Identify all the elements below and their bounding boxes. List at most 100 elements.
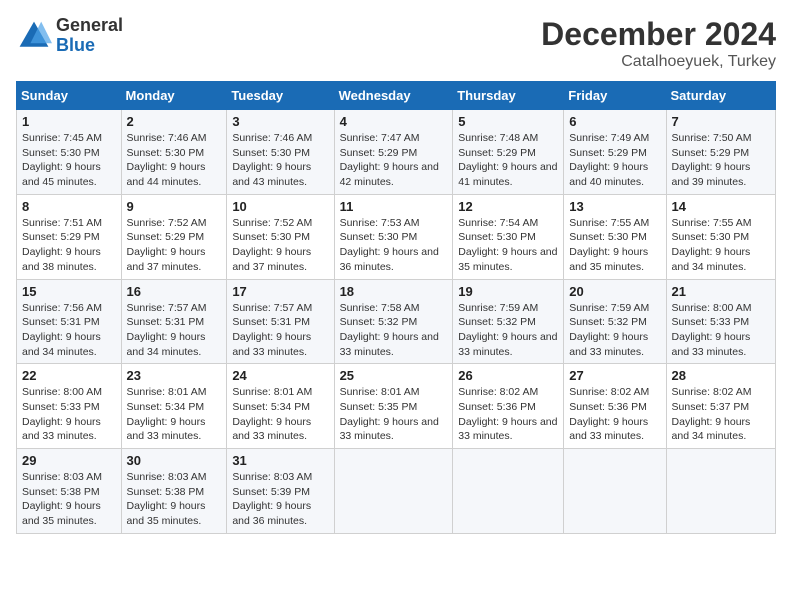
day-header-tuesday: Tuesday: [227, 82, 334, 110]
calendar-day-8: 8 Sunrise: 7:51 AMSunset: 5:29 PMDaylight…: [17, 194, 122, 279]
calendar-day-9: 9Sunrise: 7:52 AMSunset: 5:29 PMDaylight…: [121, 194, 227, 279]
title-area: December 2024 Catalhoeyuek, Turkey: [541, 16, 776, 71]
day-details: Sunrise: 7:47 AMSunset: 5:29 PMDaylight:…: [340, 132, 439, 188]
day-number: 15: [22, 284, 116, 299]
day-details: Sunrise: 7:51 AMSunset: 5:29 PMDaylight:…: [22, 217, 102, 273]
calendar-day-4: 4 Sunrise: 7:47 AMSunset: 5:29 PMDaylight…: [334, 110, 453, 195]
day-number: 2: [127, 114, 222, 129]
day-details: Sunrise: 7:49 AMSunset: 5:29 PMDaylight:…: [569, 132, 649, 188]
empty-day: [564, 449, 666, 534]
logo-icon: [16, 18, 52, 54]
day-number: 25: [340, 368, 448, 383]
calendar-day-17: 17 Sunrise: 7:57 AMSunset: 5:31 PMDayligh…: [227, 279, 334, 364]
day-header-wednesday: Wednesday: [334, 82, 453, 110]
day-number: 11: [340, 199, 448, 214]
calendar-day-1: 1Sunrise: 7:45 AMSunset: 5:30 PMDaylight…: [17, 110, 122, 195]
day-number: 22: [22, 368, 116, 383]
calendar-day-10: 10Sunrise: 7:52 AMSunset: 5:30 PMDayligh…: [227, 194, 334, 279]
calendar-title: December 2024: [541, 16, 776, 53]
day-details: Sunrise: 7:57 AMSunset: 5:31 PMDaylight:…: [232, 302, 312, 358]
day-number: 6: [569, 114, 660, 129]
day-details: Sunrise: 8:03 AMSunset: 5:38 PMDaylight:…: [127, 471, 207, 527]
calendar-table: SundayMondayTuesdayWednesdayThursdayFrid…: [16, 81, 776, 534]
day-number: 20: [569, 284, 660, 299]
day-number: 16: [127, 284, 222, 299]
day-number: 29: [22, 453, 116, 468]
calendar-day-24: 24Sunrise: 8:01 AMSunset: 5:34 PMDayligh…: [227, 364, 334, 449]
day-number: 28: [672, 368, 770, 383]
calendar-day-31: 31 Sunrise: 8:03 AMSunset: 5:39 PMDayligh…: [227, 449, 334, 534]
calendar-day-12: 12 Sunrise: 7:54 AMSunset: 5:30 PMDayligh…: [453, 194, 564, 279]
day-number: 17: [232, 284, 328, 299]
day-details: Sunrise: 8:00 AMSunset: 5:33 PMDaylight:…: [22, 386, 102, 442]
day-details: Sunrise: 8:01 AMSunset: 5:34 PMDaylight:…: [127, 386, 207, 442]
calendar-day-2: 2 Sunrise: 7:46 AMSunset: 5:30 PMDaylight…: [121, 110, 227, 195]
day-number: 30: [127, 453, 222, 468]
day-number: 31: [232, 453, 328, 468]
calendar-week-4: 22 Sunrise: 8:00 AMSunset: 5:33 PMDayligh…: [17, 364, 776, 449]
day-details: Sunrise: 7:55 AMSunset: 5:30 PMDaylight:…: [672, 217, 752, 273]
calendar-day-28: 28 Sunrise: 8:02 AMSunset: 5:37 PMDayligh…: [666, 364, 775, 449]
calendar-day-29: 29 Sunrise: 8:03 AMSunset: 5:38 PMDayligh…: [17, 449, 122, 534]
day-header-saturday: Saturday: [666, 82, 775, 110]
calendar-week-3: 15 Sunrise: 7:56 AMSunset: 5:31 PMDayligh…: [17, 279, 776, 364]
calendar-day-25: 25 Sunrise: 8:01 AMSunset: 5:35 PMDayligh…: [334, 364, 453, 449]
day-details: Sunrise: 8:03 AMSunset: 5:38 PMDaylight:…: [22, 471, 102, 527]
day-number: 7: [672, 114, 770, 129]
calendar-week-1: 1Sunrise: 7:45 AMSunset: 5:30 PMDaylight…: [17, 110, 776, 195]
day-details: Sunrise: 8:01 AMSunset: 5:34 PMDaylight:…: [232, 386, 312, 442]
day-number: 14: [672, 199, 770, 214]
day-number: 8: [22, 199, 116, 214]
calendar-day-7: 7 Sunrise: 7:50 AMSunset: 5:29 PMDaylight…: [666, 110, 775, 195]
calendar-day-14: 14 Sunrise: 7:55 AMSunset: 5:30 PMDayligh…: [666, 194, 775, 279]
calendar-day-6: 6 Sunrise: 7:49 AMSunset: 5:29 PMDaylight…: [564, 110, 666, 195]
calendar-day-27: 27 Sunrise: 8:02 AMSunset: 5:36 PMDayligh…: [564, 364, 666, 449]
day-details: Sunrise: 7:55 AMSunset: 5:30 PMDaylight:…: [569, 217, 649, 273]
day-details: Sunrise: 8:03 AMSunset: 5:39 PMDaylight:…: [232, 471, 312, 527]
calendar-week-2: 8 Sunrise: 7:51 AMSunset: 5:29 PMDaylight…: [17, 194, 776, 279]
calendar-day-15: 15 Sunrise: 7:56 AMSunset: 5:31 PMDayligh…: [17, 279, 122, 364]
day-details: Sunrise: 7:53 AMSunset: 5:30 PMDaylight:…: [340, 217, 439, 273]
day-details: Sunrise: 7:50 AMSunset: 5:29 PMDaylight:…: [672, 132, 752, 188]
day-details: Sunrise: 8:00 AMSunset: 5:33 PMDaylight:…: [672, 302, 752, 358]
day-details: Sunrise: 7:54 AMSunset: 5:30 PMDaylight:…: [458, 217, 557, 273]
calendar-day-22: 22 Sunrise: 8:00 AMSunset: 5:33 PMDayligh…: [17, 364, 122, 449]
day-header-thursday: Thursday: [453, 82, 564, 110]
day-details: Sunrise: 7:46 AMSunset: 5:30 PMDaylight:…: [127, 132, 207, 188]
day-number: 3: [232, 114, 328, 129]
day-number: 26: [458, 368, 558, 383]
day-number: 12: [458, 199, 558, 214]
calendar-header: SundayMondayTuesdayWednesdayThursdayFrid…: [17, 82, 776, 110]
day-number: 13: [569, 199, 660, 214]
day-number: 9: [127, 199, 222, 214]
day-header-friday: Friday: [564, 82, 666, 110]
calendar-day-30: 30 Sunrise: 8:03 AMSunset: 5:38 PMDayligh…: [121, 449, 227, 534]
calendar-day-5: 5Sunrise: 7:48 AMSunset: 5:29 PMDaylight…: [453, 110, 564, 195]
calendar-day-3: 3 Sunrise: 7:46 AMSunset: 5:30 PMDaylight…: [227, 110, 334, 195]
day-details: Sunrise: 8:02 AMSunset: 5:36 PMDaylight:…: [458, 386, 557, 442]
header-row: SundayMondayTuesdayWednesdayThursdayFrid…: [17, 82, 776, 110]
calendar-day-11: 11 Sunrise: 7:53 AMSunset: 5:30 PMDayligh…: [334, 194, 453, 279]
empty-day: [666, 449, 775, 534]
day-number: 18: [340, 284, 448, 299]
calendar-day-18: 18Sunrise: 7:58 AMSunset: 5:32 PMDayligh…: [334, 279, 453, 364]
day-header-sunday: Sunday: [17, 82, 122, 110]
calendar-week-5: 29 Sunrise: 8:03 AMSunset: 5:38 PMDayligh…: [17, 449, 776, 534]
day-details: Sunrise: 7:59 AMSunset: 5:32 PMDaylight:…: [569, 302, 649, 358]
day-details: Sunrise: 7:46 AMSunset: 5:30 PMDaylight:…: [232, 132, 312, 188]
day-details: Sunrise: 8:02 AMSunset: 5:37 PMDaylight:…: [672, 386, 752, 442]
day-number: 4: [340, 114, 448, 129]
day-details: Sunrise: 7:52 AMSunset: 5:30 PMDaylight:…: [232, 217, 312, 273]
calendar-day-13: 13 Sunrise: 7:55 AMSunset: 5:30 PMDayligh…: [564, 194, 666, 279]
day-number: 27: [569, 368, 660, 383]
day-details: Sunrise: 8:02 AMSunset: 5:36 PMDaylight:…: [569, 386, 649, 442]
day-details: Sunrise: 7:45 AMSunset: 5:30 PMDaylight:…: [22, 132, 102, 188]
day-number: 21: [672, 284, 770, 299]
logo: General Blue: [16, 16, 123, 56]
day-number: 19: [458, 284, 558, 299]
calendar-day-21: 21 Sunrise: 8:00 AMSunset: 5:33 PMDayligh…: [666, 279, 775, 364]
logo-general: General: [56, 16, 123, 36]
day-details: Sunrise: 7:56 AMSunset: 5:31 PMDaylight:…: [22, 302, 102, 358]
calendar-day-20: 20 Sunrise: 7:59 AMSunset: 5:32 PMDayligh…: [564, 279, 666, 364]
day-details: Sunrise: 8:01 AMSunset: 5:35 PMDaylight:…: [340, 386, 439, 442]
